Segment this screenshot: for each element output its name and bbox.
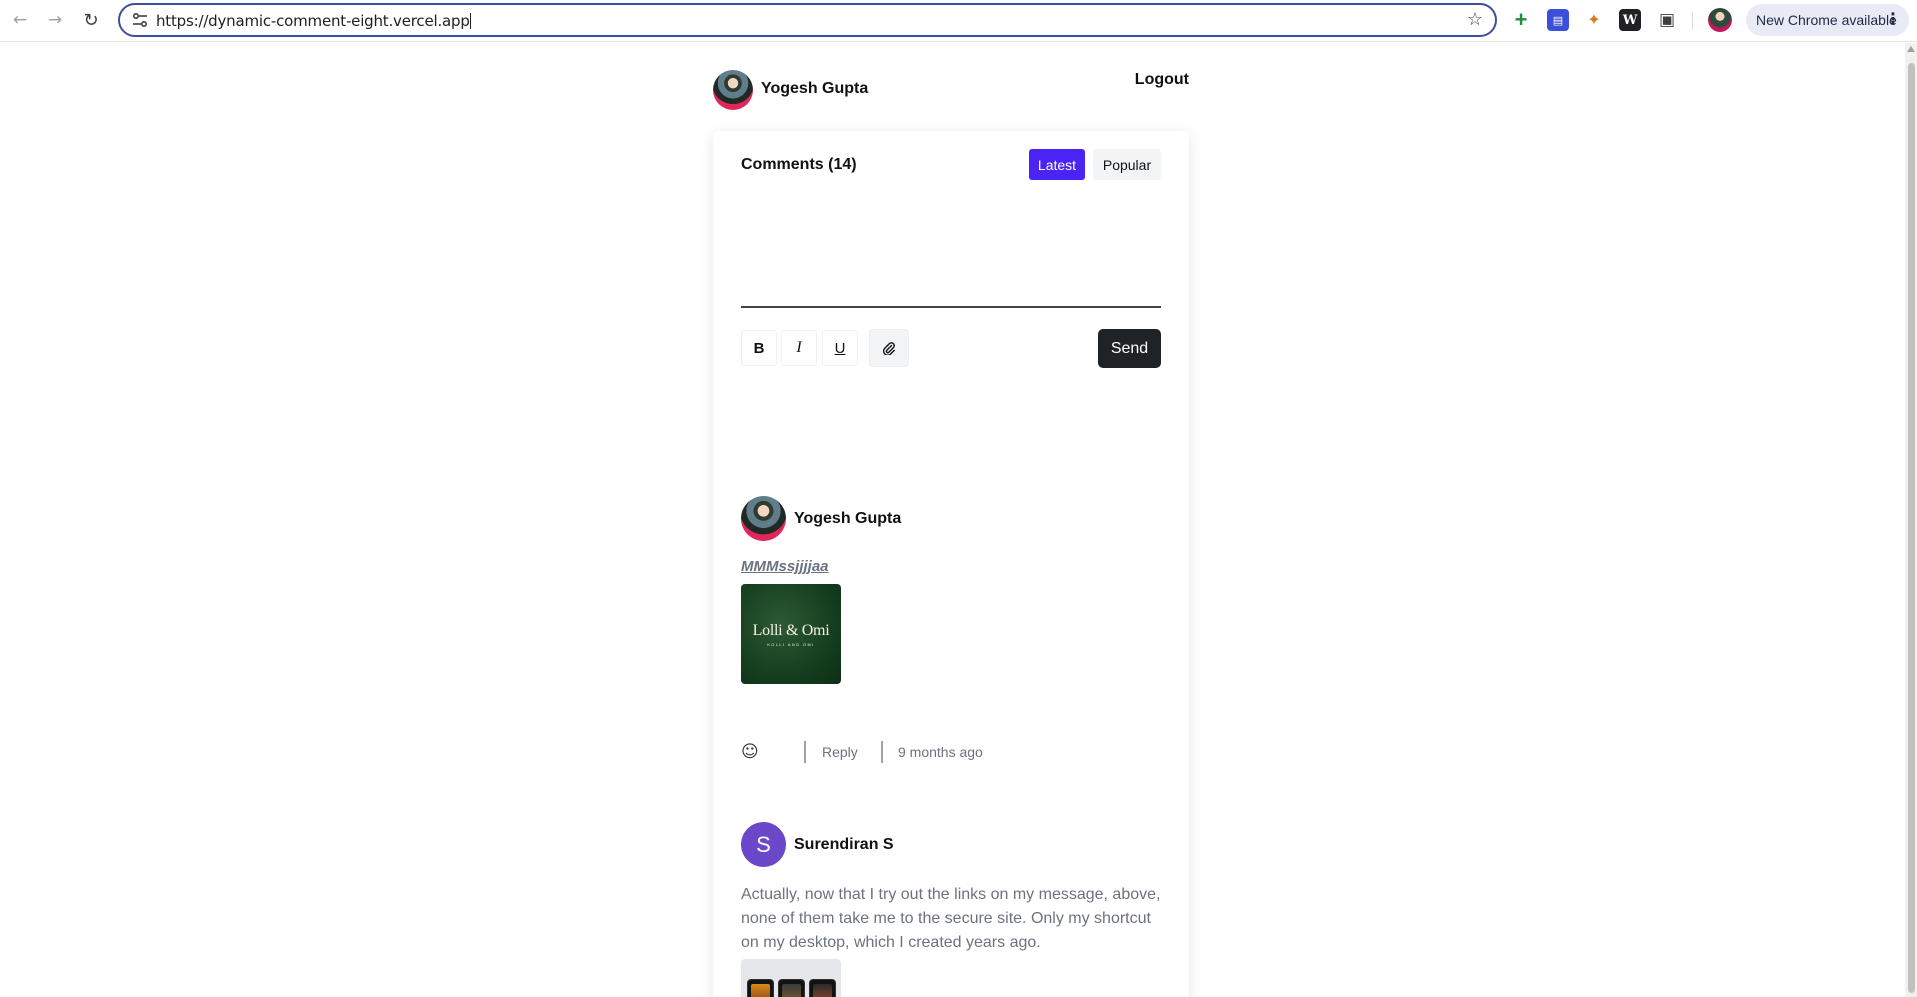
page-scrollbar[interactable] bbox=[1905, 43, 1917, 997]
comments-card: Comments (14) Latest Popular B I U Send … bbox=[713, 131, 1189, 997]
editor-toolbar: B I U Send bbox=[741, 329, 1161, 368]
italic-button[interactable]: I bbox=[781, 330, 817, 366]
chrome-update-label: New Chrome available bbox=[1756, 12, 1897, 28]
paperclip-icon bbox=[882, 342, 895, 355]
chrome-update-button[interactable]: New Chrome available ⋮ bbox=[1746, 4, 1909, 36]
comment-actions: ☺ Reply 9 months ago bbox=[741, 741, 1161, 765]
forward-icon[interactable]: → bbox=[42, 7, 68, 33]
cast-extension-icon[interactable]: ▤ bbox=[1547, 9, 1569, 31]
logout-button[interactable]: Logout bbox=[1135, 71, 1189, 89]
phone-mockup bbox=[747, 979, 774, 997]
url-text[interactable]: https://dynamic-comment-eight.vercel.app bbox=[156, 12, 471, 30]
comment-header: Yogesh Gupta bbox=[741, 496, 1161, 542]
page-viewport: Yogesh Gupta Logout Comments (14) Latest… bbox=[0, 43, 1917, 997]
comment-attachment-image[interactable]: Lolli & Omi KOLLI AND OMI bbox=[741, 584, 841, 684]
comment-avatar: S bbox=[741, 822, 786, 867]
comment-header: S Surendiran S bbox=[741, 822, 1161, 868]
phone-mockup bbox=[809, 979, 836, 997]
more-menu-icon[interactable]: ⋮ bbox=[1885, 9, 1901, 29]
action-separator bbox=[804, 741, 806, 763]
reply-button[interactable]: Reply bbox=[822, 744, 858, 760]
comment-text: Actually, now that I try out the links o… bbox=[741, 886, 1161, 951]
action-separator bbox=[881, 741, 883, 763]
comment-item: Yogesh Gupta MMMssjjjjaa Lolli & Omi KOL… bbox=[741, 496, 1161, 763]
current-user-name: Yogesh Gupta bbox=[761, 80, 869, 97]
underline-button[interactable]: U bbox=[822, 330, 858, 366]
attachment-logo-subtext: KOLLI AND OMI bbox=[767, 641, 815, 647]
send-button[interactable]: Send bbox=[1098, 329, 1161, 368]
attach-button[interactable] bbox=[869, 329, 909, 367]
back-icon[interactable]: ← bbox=[7, 7, 33, 33]
comment-input[interactable] bbox=[741, 193, 1161, 308]
address-bar[interactable]: https://dynamic-comment-eight.vercel.app… bbox=[118, 3, 1497, 37]
comment-author: Yogesh Gupta bbox=[794, 510, 902, 527]
comment-author: Surendiran S bbox=[794, 836, 894, 853]
comment-timestamp: 9 months ago bbox=[898, 744, 983, 760]
metamask-fox-icon[interactable]: ✦ bbox=[1583, 9, 1605, 31]
w-extension-icon[interactable]: W bbox=[1619, 9, 1641, 31]
site-settings-icon[interactable] bbox=[131, 12, 149, 28]
comments-title: Comments (14) bbox=[741, 156, 857, 173]
profile-avatar[interactable] bbox=[1708, 8, 1732, 32]
add-extension-icon[interactable]: + bbox=[1510, 7, 1532, 32]
scroll-up-icon[interactable] bbox=[1907, 46, 1915, 52]
tab-latest[interactable]: Latest bbox=[1029, 149, 1085, 180]
bold-button[interactable]: B bbox=[741, 330, 777, 366]
comment-text: MMMssjjjjaa bbox=[741, 558, 829, 575]
extensions-puzzle-icon[interactable]: ▣ bbox=[1656, 9, 1678, 31]
tab-popular[interactable]: Popular bbox=[1093, 149, 1161, 180]
reload-icon[interactable]: ↻ bbox=[78, 7, 104, 33]
toolbar-divider bbox=[1692, 12, 1693, 30]
scrollbar-thumb[interactable] bbox=[1908, 63, 1915, 993]
attachment-logo-text: Lolli & Omi bbox=[752, 621, 830, 639]
avatar bbox=[713, 70, 753, 110]
comment-attachment-image[interactable] bbox=[741, 959, 841, 997]
comment-item: S Surendiran S Actually, now that I try … bbox=[741, 822, 1161, 997]
comments-header: Comments (14) Latest Popular bbox=[741, 149, 1161, 185]
comment-avatar bbox=[741, 496, 786, 541]
browser-toolbar: ← → ↻ https://dynamic-comment-eight.verc… bbox=[0, 0, 1917, 42]
phone-mockup bbox=[778, 979, 805, 997]
bookmark-star-icon[interactable]: ☆ bbox=[1467, 9, 1483, 30]
page-header: Yogesh Gupta Logout bbox=[713, 67, 1189, 113]
emoji-reaction-icon[interactable]: ☺ bbox=[741, 743, 759, 761]
